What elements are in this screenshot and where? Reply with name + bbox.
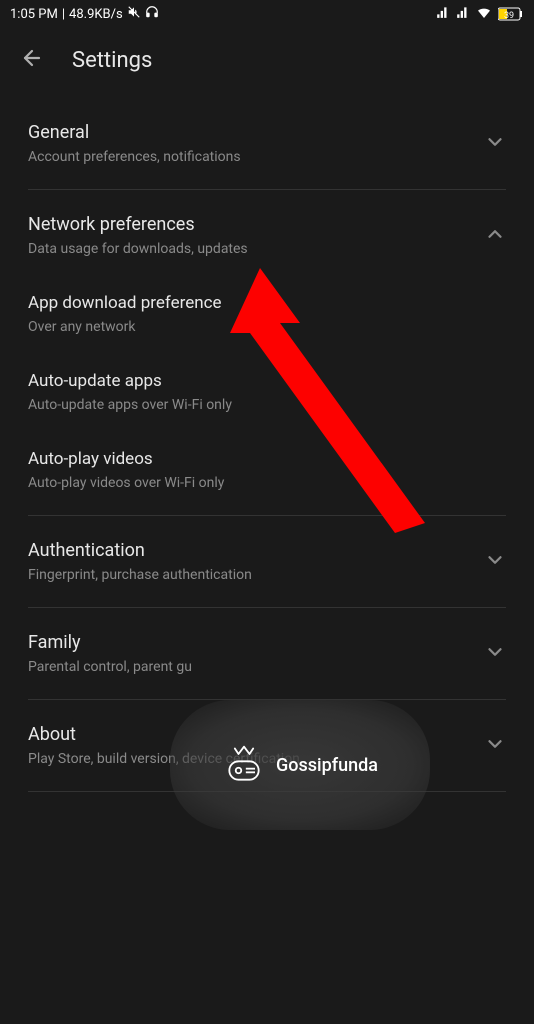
headphones-icon [145,5,159,23]
section-sub: Fingerprint, purchase authentication [28,567,472,583]
section-title: Family [28,632,472,653]
battery-icon: 39 [498,7,524,21]
chevron-down-icon [484,733,506,759]
section-sub: Parental control, parent gu [28,659,472,675]
item-auto-update-apps[interactable]: Auto-update apps Auto-update apps over W… [28,335,506,413]
section-family[interactable]: Family Parental control, parent gu [28,608,506,700]
section-title: App download preference [28,293,506,313]
section-title: Auto-play videos [28,449,506,469]
section-sub: Auto-play videos over Wi-Fi only [28,475,506,491]
settings-list: General Account preferences, notificatio… [0,98,534,792]
battery-text: 39 [504,11,514,21]
status-time: 1:05 PM [10,7,58,22]
wifi-icon [476,4,492,24]
status-bar: 1:05 PM | 48.9KB/s 39 [0,0,534,28]
section-sub: Data usage for downloads, updates [28,241,472,257]
page-title: Settings [72,48,152,73]
section-sub: Account preferences, notifications [28,149,472,165]
signal-icon [456,5,470,23]
section-authentication[interactable]: Authentication Fingerprint, purchase aut… [28,516,506,608]
section-title: Network preferences [28,214,472,235]
chevron-down-icon [484,641,506,667]
section-title: General [28,122,472,143]
item-app-download-preference[interactable]: App download preference Over any network [28,257,506,335]
section-sub: Auto-update apps over Wi-Fi only [28,397,506,413]
status-sep: | [62,7,65,22]
chevron-down-icon [484,131,506,157]
chevron-down-icon [484,549,506,575]
item-auto-play-videos[interactable]: Auto-play videos Auto-play videos over W… [28,413,506,516]
signal-icon [436,5,450,23]
mute-icon [127,5,141,23]
chevron-up-icon [484,223,506,249]
header: Settings [0,28,534,98]
status-right: 39 [436,4,524,24]
section-general[interactable]: General Account preferences, notificatio… [28,98,506,190]
back-icon[interactable] [20,46,44,74]
status-speed: 48.9KB/s [69,7,123,22]
section-about[interactable]: About Play Store, build version, device … [28,700,506,792]
section-sub: Over any network [28,319,506,335]
status-left: 1:05 PM | 48.9KB/s [10,5,159,23]
section-network[interactable]: Network preferences Data usage for downl… [28,190,506,257]
section-title: Authentication [28,540,472,561]
section-title: Auto-update apps [28,371,506,391]
section-title: About [28,724,472,745]
section-sub: Play Store, build version, device certif… [28,751,472,767]
